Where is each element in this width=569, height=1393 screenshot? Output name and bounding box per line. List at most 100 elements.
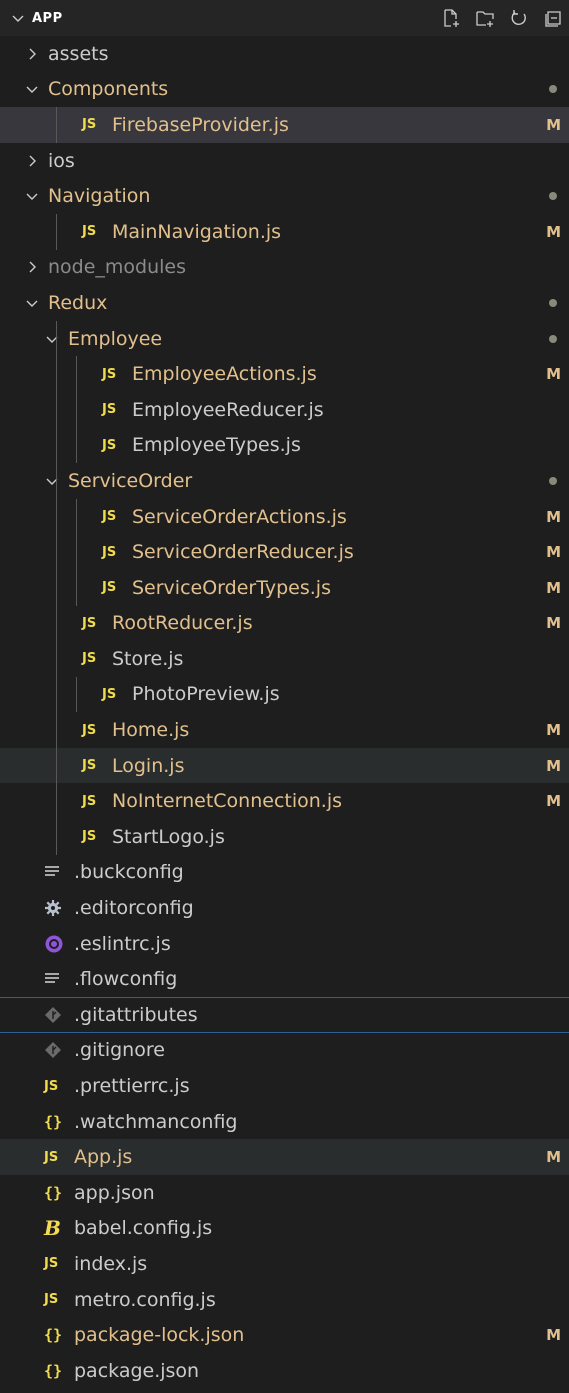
javascript-file-icon: JS [82,758,97,774]
javascript-file-icon: JS [82,722,97,738]
folder-item-serviceorder[interactable]: ServiceOrder [0,463,569,499]
item-label: Home.js [112,719,190,742]
git-modified-badge: M [546,614,561,633]
git-icon [44,1005,70,1025]
file-item-login-js[interactable]: JS Login.js M [0,747,569,784]
indent-guide [56,391,57,428]
file-item-package-json[interactable]: {} package.json [0,1353,569,1389]
file-item-home-js[interactable]: JS Home.js M [0,712,569,748]
chevron-down-icon[interactable] [22,293,42,313]
indent-guide [56,213,57,250]
indent-guide [76,569,77,606]
file-item-buckconfig[interactable]: .buckconfig [0,855,569,891]
item-label: Navigation [48,185,151,208]
folder-item-employee[interactable]: Employee [0,320,569,357]
json-file-icon: {} [44,1112,63,1131]
git-modified-badge: M [546,756,561,775]
javascript-file-icon: JS [102,437,117,453]
file-item-gitignore[interactable]: .gitignore [0,1033,569,1069]
file-item-eslintrc-js[interactable]: .eslintrc.js [0,926,569,962]
javascript-file-icon: JS [102,580,117,596]
file-item-app-js[interactable]: JS App.js M [0,1139,569,1175]
chevron-right-icon[interactable] [22,44,42,64]
folder-item-components[interactable]: Components [0,72,569,108]
new-file-icon[interactable] [439,6,463,30]
refresh-icon[interactable] [507,6,531,30]
modified-dot-icon [549,85,557,94]
file-item-photopreview-js[interactable]: JS PhotoPreview.js [0,676,569,713]
file-item-rootreducer-js[interactable]: JS RootReducer.js M [0,605,569,642]
file-item-metro-config-js[interactable]: JS metro.config.js [0,1282,569,1318]
javascript-file-icon: JS [82,615,97,631]
config-file-icon [44,862,70,882]
file-item-employeeactions-js[interactable]: JS EmployeeActions.js M [0,356,569,392]
chevron-down-icon[interactable] [8,8,28,28]
eslint-icon [44,934,70,954]
file-item-package-lock-json[interactable]: {} package-lock.json M [0,1317,569,1353]
item-label: .gitignore [74,1039,165,1062]
json-file-icon: {} [44,1361,63,1380]
gear-icon [44,898,70,918]
javascript-file-icon: JS [44,1256,59,1272]
git-modified-badge: M [546,507,561,526]
file-item-employeereducer-js[interactable]: JS EmployeeReducer.js [0,391,569,428]
file-item-mainnavigation-js[interactable]: JS MainNavigation.js M [0,213,569,250]
chevron-down-icon[interactable] [42,329,62,349]
file-item-firebaseprovider-js[interactable]: JS FirebaseProvider.js M [0,107,569,143]
indent-guide [56,463,57,499]
folder-item-navigation[interactable]: Navigation [0,178,569,214]
javascript-file-icon: JS [82,829,97,845]
file-item-gitattributes[interactable]: .gitattributes [0,997,569,1033]
file-item-watchmanconfig[interactable]: {} .watchmanconfig [0,1104,569,1140]
config-file-icon [44,969,70,989]
json-file-icon: {} [44,1183,63,1202]
file-item-index-js[interactable]: JS index.js [0,1246,569,1282]
explorer-header[interactable]: APP [0,0,569,36]
item-label: ios [48,149,75,172]
javascript-file-icon: JS [102,544,117,560]
item-label: App.js [74,1146,133,1169]
file-item-serviceorderactions-js[interactable]: JS ServiceOrderActions.js M [0,498,569,535]
item-label: .editorconfig [74,897,194,920]
modified-dot-icon [549,476,557,485]
javascript-file-icon: JS [44,1078,59,1094]
indent-guide [76,427,77,464]
git-modified-badge: M [546,578,561,597]
file-item-serviceordertypes-js[interactable]: JS ServiceOrderTypes.js M [0,569,569,606]
indent-guide [56,819,57,855]
item-label: package.json [74,1359,200,1382]
chevron-down-icon[interactable] [22,186,42,206]
folder-item-node-modules[interactable]: node_modules [0,250,569,286]
indent-guide [76,676,77,713]
chevron-right-icon[interactable] [22,257,42,277]
file-item-employeetypes-js[interactable]: JS EmployeeTypes.js [0,427,569,464]
folder-item-redux[interactable]: Redux [0,285,569,321]
file-item-flowconfig[interactable]: .flowconfig [0,961,569,997]
file-item-prettierrc-js[interactable]: JS .prettierrc.js [0,1068,569,1104]
item-label: .eslintrc.js [74,932,171,955]
git-modified-badge: M [546,792,561,811]
javascript-file-icon: JS [102,366,117,382]
chevron-right-icon[interactable] [22,151,42,171]
file-item-app-json[interactable]: {} app.json [0,1175,569,1211]
file-item-editorconfig[interactable]: .editorconfig [0,890,569,926]
chevron-down-icon[interactable] [42,471,62,491]
item-label: ServiceOrderReducer.js [132,541,354,564]
item-label: EmployeeReducer.js [132,398,324,421]
file-item-babel-config-js[interactable]: Bbabel.config.js [0,1211,569,1247]
javascript-file-icon: JS [44,1292,59,1308]
item-label: Redux [48,291,108,314]
folder-item-assets[interactable]: assets [0,36,569,72]
file-item-startlogo-js[interactable]: JS StartLogo.js [0,819,569,855]
item-label: Components [48,78,169,101]
file-item-serviceorderreducer-js[interactable]: JS ServiceOrderReducer.js M [0,534,569,570]
file-item-nointernetconnection-js[interactable]: JS NoInternetConnection.js M [0,783,569,820]
chevron-down-icon[interactable] [22,79,42,99]
json-file-icon: {} [44,1326,63,1345]
git-modified-badge: M [546,222,561,241]
collapse-all-icon[interactable] [541,6,565,30]
new-folder-icon[interactable] [473,6,497,30]
file-item-store-js[interactable]: JS Store.js [0,641,569,677]
item-label: Login.js [112,754,185,777]
folder-item-ios[interactable]: ios [0,143,569,179]
